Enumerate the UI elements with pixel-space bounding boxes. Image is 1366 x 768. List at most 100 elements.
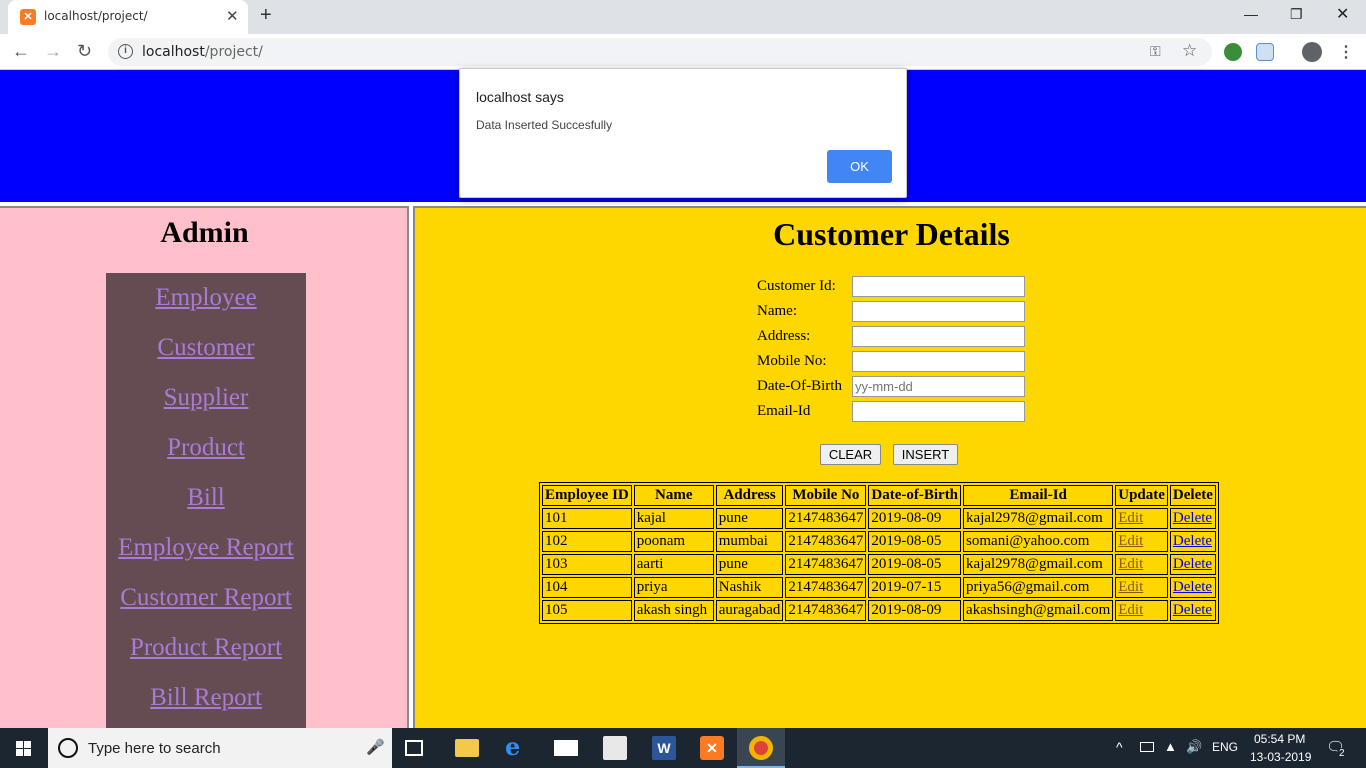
search-placeholder: Type here to search xyxy=(88,740,221,757)
edit-link[interactable]: Edit xyxy=(1118,556,1143,572)
cell-mobile: 2147483647 xyxy=(785,600,867,621)
insert-button[interactable]: INSERT xyxy=(893,444,958,465)
column-header: Mobile No xyxy=(785,485,867,506)
chrome-taskbar-button[interactable] xyxy=(737,728,785,768)
start-button[interactable] xyxy=(0,728,48,768)
volume-icon[interactable]: 🔊 xyxy=(1186,739,1202,755)
clock-date[interactable]: 13-03-2019 xyxy=(1250,750,1311,764)
cell-address: auragabad xyxy=(715,600,784,621)
menu-link-product[interactable]: Product xyxy=(106,423,306,473)
browser-menu-icon[interactable]: ⋮ xyxy=(1338,42,1354,62)
sidebar-menu: Employee Customer Supplier Product Bill … xyxy=(106,273,306,730)
cell-id: 101 xyxy=(542,508,632,529)
battery-icon[interactable] xyxy=(1140,742,1154,752)
delete-link[interactable]: Delete xyxy=(1173,533,1212,549)
menu-link-bill[interactable]: Bill xyxy=(106,473,306,523)
store-icon[interactable] xyxy=(603,736,627,760)
task-view-icon[interactable] xyxy=(405,740,423,756)
mail-icon[interactable] xyxy=(554,740,578,756)
language-indicator[interactable]: ENG xyxy=(1212,740,1238,754)
cell-update: Edit xyxy=(1115,600,1168,621)
edit-link[interactable]: Edit xyxy=(1118,533,1143,549)
cell-address: pune xyxy=(715,554,784,575)
cell-update: Edit xyxy=(1115,508,1168,529)
bookmark-star-icon[interactable]: ☆ xyxy=(1182,41,1197,61)
browser-toolbar: ← → ↻ i localhost/project/ ⚿ ☆ ⋮ xyxy=(0,34,1366,70)
cell-dob: 2019-08-05 xyxy=(868,554,962,575)
delete-link[interactable]: Delete xyxy=(1173,579,1212,595)
cell-id: 102 xyxy=(542,531,632,552)
word-icon[interactable]: W xyxy=(652,736,676,760)
cell-email: kajal2978@gmail.com xyxy=(963,554,1114,575)
cell-mobile: 2147483647 xyxy=(785,508,867,529)
cell-update: Edit xyxy=(1115,531,1168,552)
minimize-icon[interactable]: — xyxy=(1244,6,1258,22)
menu-link-employee[interactable]: Employee xyxy=(106,273,306,323)
menu-link-customer[interactable]: Customer xyxy=(106,323,306,373)
page-title: Customer Details xyxy=(773,216,1010,252)
cell-email: kajal2978@gmail.com xyxy=(963,508,1114,529)
cell-update: Edit xyxy=(1115,577,1168,598)
dob-input[interactable] xyxy=(852,376,1025,397)
column-header: Delete xyxy=(1169,485,1216,506)
tray-chevron-icon[interactable]: ^ xyxy=(1116,739,1123,755)
edit-link[interactable]: Edit xyxy=(1118,510,1143,526)
restore-icon[interactable]: ❐ xyxy=(1290,6,1303,23)
email-input[interactable] xyxy=(852,401,1025,422)
forward-icon[interactable]: → xyxy=(44,41,62,62)
extension-globe-icon[interactable] xyxy=(1224,43,1242,61)
cell-id: 105 xyxy=(542,600,632,621)
clock-time[interactable]: 05:54 PM xyxy=(1254,732,1305,746)
windows-logo-icon xyxy=(16,741,32,756)
extension-icon[interactable] xyxy=(1256,43,1274,61)
menu-link-product-report[interactable]: Product Report xyxy=(106,623,306,673)
key-icon[interactable]: ⚿ xyxy=(1150,43,1161,60)
mobile-label: Mobile No: xyxy=(757,353,827,369)
column-header: Address xyxy=(715,485,784,506)
cell-name: kajal xyxy=(633,508,714,529)
xampp-icon[interactable]: ✕ xyxy=(700,736,724,760)
window-close-icon[interactable]: ✕ xyxy=(1336,4,1349,24)
mobile-input[interactable] xyxy=(852,351,1025,372)
cell-email: akashsingh@gmail.com xyxy=(963,600,1114,621)
delete-link[interactable]: Delete xyxy=(1173,510,1212,526)
file-explorer-icon[interactable] xyxy=(455,739,479,757)
alert-ok-button[interactable]: OK xyxy=(827,150,892,183)
cell-email: somani@yahoo.com xyxy=(963,531,1114,552)
reload-icon[interactable]: ↻ xyxy=(77,41,92,62)
table-row: 105 akash singh auragabad 2147483647 201… xyxy=(542,600,1216,621)
network-icon[interactable]: ▲ xyxy=(1164,739,1177,754)
taskbar-search[interactable]: Type here to search 🎤 xyxy=(48,728,392,768)
cell-dob: 2019-08-09 xyxy=(868,508,962,529)
name-input[interactable] xyxy=(852,301,1025,322)
profile-avatar-icon[interactable] xyxy=(1302,42,1322,62)
cortana-icon xyxy=(58,738,78,758)
info-icon[interactable]: i xyxy=(118,44,133,59)
tab-close-icon[interactable]: ✕ xyxy=(226,7,239,25)
back-icon[interactable]: ← xyxy=(12,41,30,62)
address-input[interactable] xyxy=(852,326,1025,347)
cell-update: Edit xyxy=(1115,554,1168,575)
menu-link-bill-report[interactable]: Bill Report xyxy=(106,673,306,723)
browser-tab[interactable]: ✕ localhost/project/ ✕ xyxy=(8,0,248,34)
delete-link[interactable]: Delete xyxy=(1173,556,1212,572)
edit-link[interactable]: Edit xyxy=(1118,579,1143,595)
menu-link-employee-report[interactable]: Employee Report xyxy=(106,523,306,573)
cell-name: priya xyxy=(633,577,714,598)
menu-link-supplier[interactable]: Supplier xyxy=(106,373,306,423)
new-tab-icon[interactable]: + xyxy=(260,4,272,27)
cell-mobile: 2147483647 xyxy=(785,554,867,575)
sidebar-heading: Admin xyxy=(160,216,249,249)
cell-address: Nashik xyxy=(715,577,784,598)
delete-link[interactable]: Delete xyxy=(1173,602,1212,618)
edge-icon[interactable]: e xyxy=(505,732,529,761)
menu-link-customer-report[interactable]: Customer Report xyxy=(106,573,306,623)
microphone-icon[interactable]: 🎤 xyxy=(366,738,385,756)
clear-button[interactable]: CLEAR xyxy=(820,444,881,465)
address-bar[interactable]: i localhost/project/ ⚿ ☆ xyxy=(108,38,1212,66)
edit-link[interactable]: Edit xyxy=(1118,602,1143,618)
sidebar: Admin Employee Customer Supplier Product… xyxy=(0,206,409,730)
cell-delete: Delete xyxy=(1169,600,1216,621)
cell-delete: Delete xyxy=(1169,508,1216,529)
customer-id-input[interactable] xyxy=(852,276,1025,297)
